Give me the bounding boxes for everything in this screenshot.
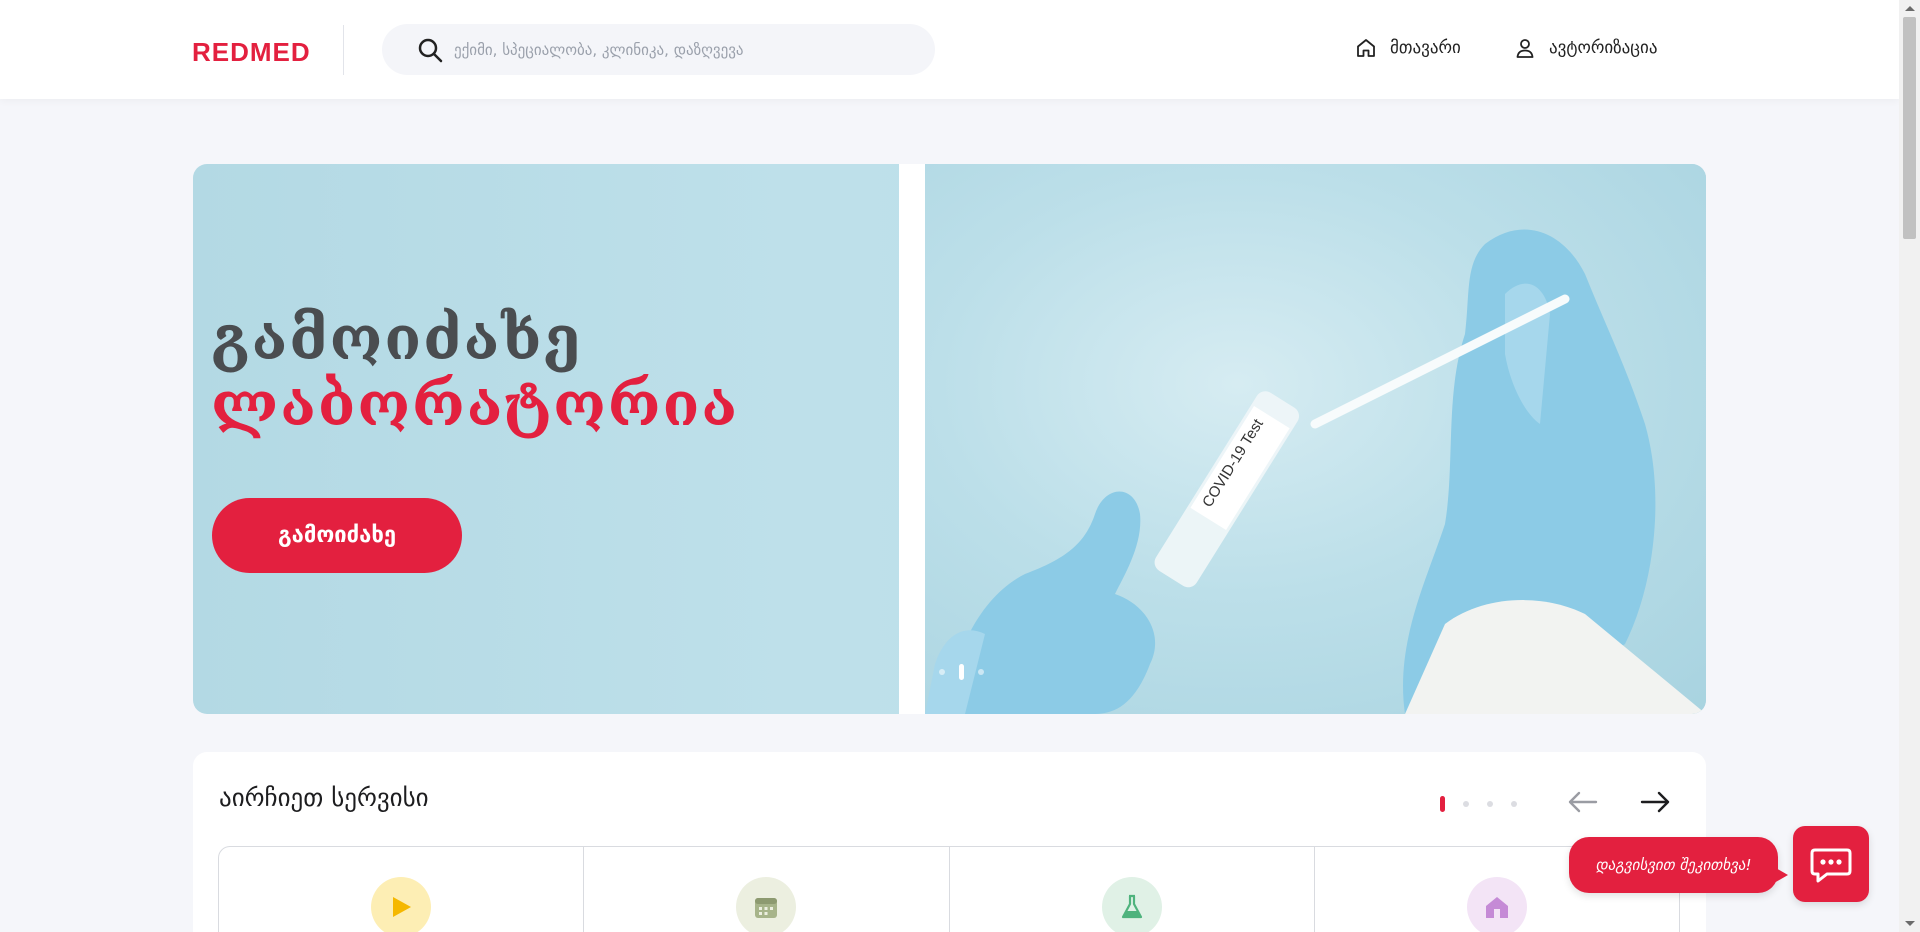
services-page-dot-1[interactable]	[1440, 796, 1445, 812]
search-input[interactable]	[454, 24, 914, 75]
hero-dot-1[interactable]	[939, 669, 945, 675]
scroll-down-icon[interactable]	[1905, 921, 1915, 926]
arrow-left-icon[interactable]	[1566, 789, 1598, 815]
services-page-dot-3[interactable]	[1487, 801, 1493, 807]
house-icon	[1466, 877, 1527, 932]
hero-call-button[interactable]: გამოიძახე	[212, 498, 462, 573]
service-card-video[interactable]	[219, 847, 585, 932]
play-icon	[371, 877, 432, 932]
nav-home[interactable]: მთავარი	[1354, 36, 1461, 60]
hero-banner: გამოიძახე ლაბორატორია გამოიძახე COVID-19…	[193, 164, 1706, 714]
user-icon	[1516, 39, 1534, 58]
home-icon	[1357, 39, 1375, 57]
services-title: აირჩიეთ სერვისი	[219, 783, 429, 812]
nav-login-label: ავტორიზაცია	[1549, 38, 1658, 58]
service-card-appointment[interactable]	[584, 847, 950, 932]
nav-home-label: მთავარი	[1390, 38, 1461, 58]
hero-slider-dots	[939, 664, 984, 680]
chat-button[interactable]	[1793, 826, 1869, 902]
hero-title-line-1: გამოიძახე	[211, 304, 583, 374]
services-pagination	[1440, 796, 1517, 812]
search-icon[interactable]	[417, 37, 443, 63]
scroll-up-icon[interactable]	[1905, 6, 1915, 11]
search-box[interactable]	[382, 24, 935, 75]
hero-dot-2[interactable]	[959, 664, 964, 680]
logo[interactable]: REDMED	[192, 37, 311, 68]
hero-photo-covid-test: COVID-19 Test	[925, 164, 1706, 714]
header-divider	[343, 25, 344, 75]
services-cards	[218, 846, 1680, 932]
chat-prompt-bubble[interactable]: დაგვისვით შეკითხვა!	[1569, 837, 1788, 893]
arrow-right-icon[interactable]	[1640, 789, 1672, 815]
chat-icon	[1810, 848, 1852, 883]
services-page-dot-4[interactable]	[1511, 801, 1517, 807]
services-page-dot-2[interactable]	[1463, 801, 1469, 807]
hero-title-line-2: ლაბორატორია	[211, 370, 740, 440]
nav-login[interactable]: ავტორიზაცია	[1513, 36, 1657, 60]
page-scrollbar[interactable]	[1899, 0, 1920, 932]
top-header: REDMED მთავარი ავტორიზაცია	[0, 0, 1899, 99]
flask-icon	[1101, 877, 1162, 932]
calendar-icon	[736, 877, 797, 932]
service-card-laboratory[interactable]	[950, 847, 1315, 932]
services-section: აირჩიეთ სერვისი	[193, 752, 1706, 932]
hero-divider	[899, 164, 925, 714]
scrollbar-thumb[interactable]	[1903, 17, 1916, 239]
hero-dot-3[interactable]	[978, 669, 984, 675]
